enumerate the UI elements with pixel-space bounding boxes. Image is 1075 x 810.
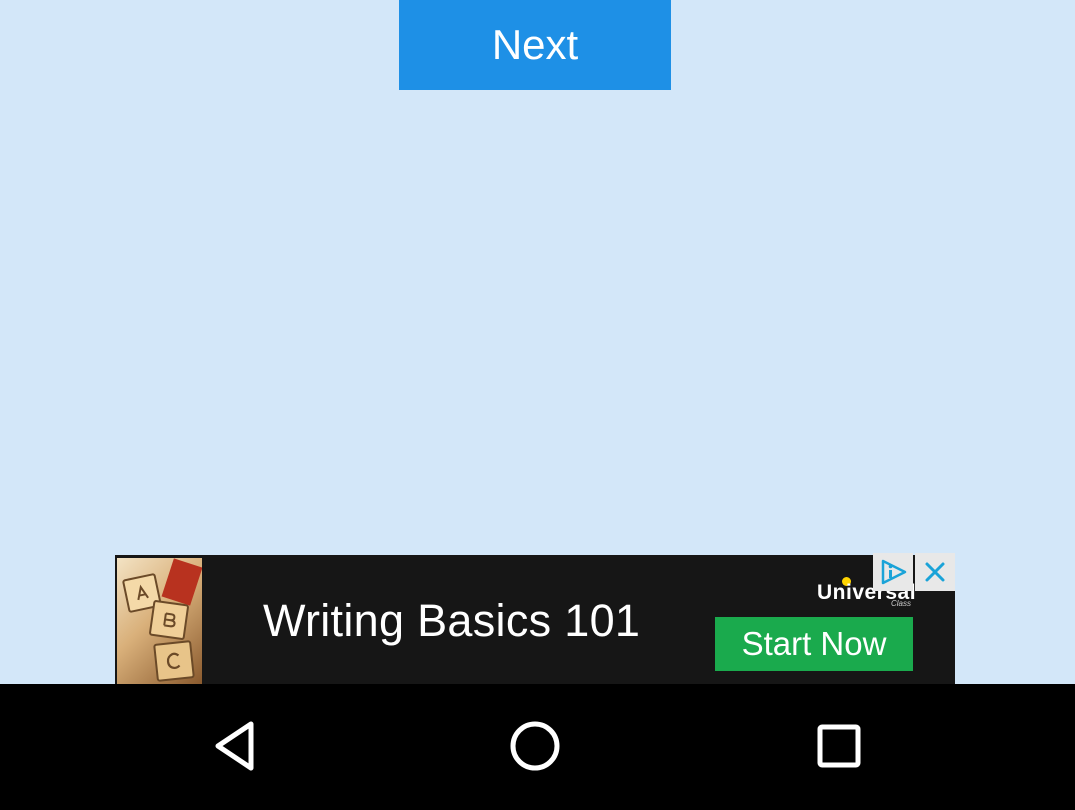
ad-brand-sub: Class (891, 599, 912, 608)
adchoices-icon[interactable] (873, 553, 913, 591)
letter-block-image (153, 640, 195, 682)
back-icon[interactable] (201, 714, 265, 778)
red-book-image (161, 558, 202, 606)
recents-icon[interactable] (807, 714, 871, 778)
ad-thumbnail-image (117, 558, 202, 684)
next-button[interactable]: Next (399, 0, 671, 90)
ad-title: Writing Basics 101 (263, 595, 641, 646)
close-icon[interactable] (915, 553, 955, 591)
letter-block-image (148, 599, 190, 641)
navigation-bar (0, 684, 1075, 810)
start-now-button[interactable]: Start Now (715, 617, 913, 671)
ad-banner[interactable]: Writing Basics 101 Universal Class Start… (115, 555, 955, 684)
home-icon[interactable] (503, 714, 567, 778)
